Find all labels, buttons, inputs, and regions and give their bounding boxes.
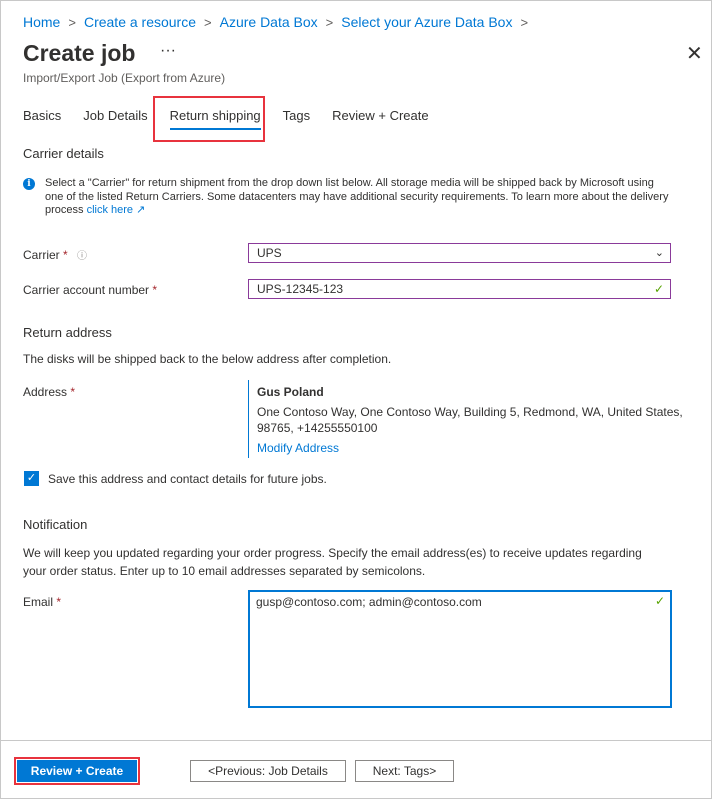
close-icon[interactable]: ✕ bbox=[686, 44, 703, 64]
email-textarea[interactable]: gusp@contoso.com; admin@contoso.com ✓ bbox=[248, 590, 672, 708]
click-here-link[interactable]: click here bbox=[87, 204, 133, 216]
address-name: Gus Poland bbox=[257, 385, 324, 399]
tab-basics[interactable]: Basics bbox=[23, 108, 61, 123]
more-options-icon[interactable]: ··· bbox=[160, 42, 176, 60]
return-address-description: The disks will be shipped back to the be… bbox=[23, 352, 392, 366]
modify-address-link[interactable]: Modify Address bbox=[257, 440, 687, 456]
info-icon: i bbox=[23, 178, 35, 190]
check-icon: ✓ bbox=[653, 282, 664, 296]
page-title: Create job bbox=[23, 40, 136, 66]
account-number-input[interactable]: UPS-12345-123 ✓ bbox=[248, 279, 671, 299]
carrier-value: UPS bbox=[257, 246, 282, 260]
account-number-label: Carrier account number * bbox=[23, 283, 158, 297]
carrier-dropdown[interactable]: UPS ⌄ bbox=[248, 243, 671, 263]
check-icon: ✓ bbox=[654, 594, 665, 608]
chevron-right-icon: > bbox=[204, 14, 212, 30]
breadcrumb-azure-data-box[interactable]: Azure Data Box bbox=[220, 14, 318, 30]
account-number-value: UPS-12345-123 bbox=[257, 282, 344, 296]
chevron-right-icon: > bbox=[68, 14, 76, 30]
page-subtitle: Import/Export Job (Export from Azure) bbox=[23, 71, 226, 85]
chevron-down-icon: ⌄ bbox=[654, 247, 664, 259]
tab-job-details[interactable]: Job Details bbox=[83, 108, 147, 123]
info-message: i Select a "Carrier" for return shipment… bbox=[23, 177, 673, 218]
footer-divider bbox=[0, 740, 712, 741]
breadcrumb-home[interactable]: Home bbox=[23, 14, 60, 30]
info-circle-icon[interactable]: ⓘ bbox=[77, 251, 87, 262]
next-button[interactable]: Next: Tags> bbox=[355, 760, 454, 782]
return-address-heading: Return address bbox=[23, 325, 112, 340]
carrier-details-heading: Carrier details bbox=[23, 146, 104, 161]
notification-heading: Notification bbox=[23, 517, 88, 532]
save-address-label[interactable]: Save this address and contact details fo… bbox=[48, 472, 327, 486]
highlight-box bbox=[153, 96, 265, 142]
tab-tags[interactable]: Tags bbox=[283, 108, 310, 123]
notification-description: We will keep you updated regarding your … bbox=[23, 546, 642, 578]
breadcrumb: Home > Create a resource > Azure Data Box >… bbox=[23, 14, 536, 30]
address-lines: One Contoso Way, One Contoso Way, Buildi… bbox=[257, 405, 683, 435]
breadcrumb-select-data-box[interactable]: Select your Azure Data Box bbox=[341, 14, 512, 30]
external-link-icon: ↗ bbox=[136, 204, 146, 216]
chevron-right-icon: > bbox=[520, 14, 529, 30]
chevron-right-icon: > bbox=[325, 14, 334, 30]
email-value: gusp@contoso.com; admin@contoso.com bbox=[256, 595, 482, 609]
address-label: Address * bbox=[23, 385, 76, 399]
email-label: Email * bbox=[23, 595, 62, 609]
save-address-checkbox[interactable]: ✓ bbox=[24, 471, 39, 486]
previous-button[interactable]: <Previous: Job Details bbox=[190, 760, 346, 782]
address-block: Gus Poland One Contoso Way, One Contoso … bbox=[248, 380, 687, 458]
tab-review-create[interactable]: Review + Create bbox=[332, 108, 428, 123]
breadcrumb-create-resource[interactable]: Create a resource bbox=[84, 14, 196, 30]
highlight-box bbox=[14, 757, 140, 785]
carrier-label: Carrier * ⓘ bbox=[23, 248, 88, 262]
